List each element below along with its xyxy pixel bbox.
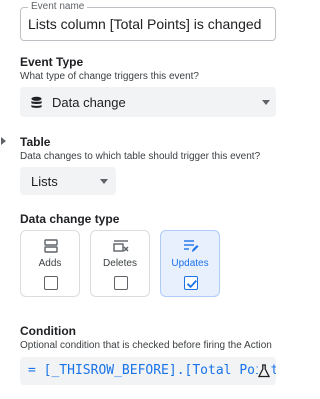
left-rail: [0, 0, 12, 399]
option-deletes-label: Deletes: [103, 258, 137, 269]
event-type-value: Data change: [52, 95, 126, 110]
option-deletes[interactable]: Deletes: [90, 230, 150, 297]
edit-list-icon: [184, 240, 199, 252]
event-type-select[interactable]: Data change: [20, 87, 276, 117]
condition-expression-field[interactable]: = [_THISROW_BEFORE].[Total Points: [20, 357, 276, 385]
updates-checkbox[interactable]: [184, 276, 198, 290]
adds-checkbox[interactable]: [44, 276, 58, 290]
checkmark-icon: [186, 279, 197, 289]
table-value: Lists: [31, 174, 58, 189]
deletes-checkbox[interactable]: [114, 276, 128, 290]
condition-title: Condition: [20, 324, 76, 338]
condition-hint: Optional condition that is checked befor…: [20, 340, 272, 351]
flask-icon[interactable]: [258, 364, 270, 378]
collapse-arrow-icon[interactable]: [1, 137, 6, 145]
database-icon: [31, 96, 42, 108]
data-change-type-title: Data change type: [20, 212, 120, 226]
option-updates[interactable]: Updates: [160, 230, 220, 297]
chevron-down-icon: [100, 179, 108, 184]
event-type-title: Event Type: [20, 55, 84, 69]
event-name-label: Event name: [28, 1, 88, 12]
option-updates-label: Updates: [171, 258, 209, 269]
event-type-hint: What type of change triggers this event?: [20, 71, 199, 82]
option-adds[interactable]: Adds: [20, 230, 80, 297]
delete-row-icon: [113, 240, 129, 252]
add-row-icon: [44, 239, 58, 253]
table-title: Table: [20, 135, 51, 149]
event-name-input[interactable]: Lists column [Total Points] is changed: [28, 16, 261, 32]
chevron-down-icon: [262, 100, 270, 105]
table-select[interactable]: Lists: [20, 167, 116, 195]
condition-expression: = [_THISROW_BEFORE].[Total Points: [28, 363, 276, 378]
option-adds-label: Adds: [38, 258, 62, 269]
table-hint: Data changes to which table should trigg…: [20, 151, 261, 162]
